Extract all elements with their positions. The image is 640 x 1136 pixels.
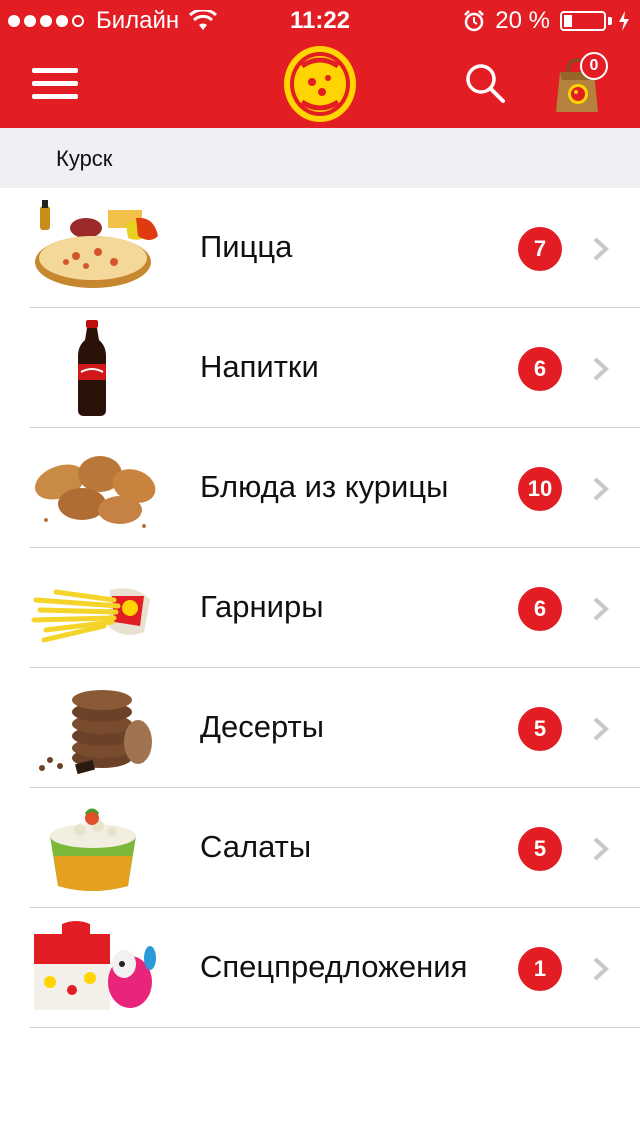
- cart-count-badge[interactable]: 0: [580, 52, 608, 80]
- battery-percent: 20 %: [495, 7, 550, 34]
- hamburger-menu-button[interactable]: [32, 66, 78, 100]
- category-row-pizza[interactable]: Пицца 7: [0, 188, 640, 308]
- app-header: Билайн 11:22 20 %: [0, 0, 640, 128]
- battery-icon: [560, 11, 606, 31]
- chevron-right-icon: [593, 597, 609, 621]
- category-label: Десерты: [200, 709, 325, 744]
- category-count-badge: 6: [518, 347, 562, 391]
- menu-line: [32, 94, 78, 99]
- category-row-specials[interactable]: Спецпредложения 1: [0, 908, 640, 1028]
- chevron-right-icon: [593, 357, 609, 381]
- menu-line: [32, 68, 78, 73]
- nav-bar: [0, 40, 640, 128]
- status-bar: Билайн 11:22 20 %: [0, 0, 640, 40]
- zhar-pizza-logo[interactable]: [282, 44, 358, 124]
- category-label: Напитки: [200, 349, 319, 384]
- battery-group: 20 %: [463, 7, 630, 35]
- category-count-badge: 10: [518, 467, 562, 511]
- category-count-badge: 7: [518, 227, 562, 271]
- cookies-image: [39, 690, 152, 775]
- cola-bottle-image: [78, 320, 106, 416]
- city-selector[interactable]: Курск: [0, 128, 640, 188]
- category-label: Салаты: [200, 829, 312, 864]
- category-count-badge: 1: [518, 947, 562, 991]
- city-name: Курск: [56, 146, 113, 171]
- category-count-badge: 5: [518, 707, 562, 751]
- category-label: Пицца: [200, 229, 293, 264]
- category-row-salads[interactable]: Салаты 5: [0, 788, 640, 908]
- category-label: Блюда из курицы: [200, 469, 449, 504]
- chevron-right-icon: [593, 957, 609, 981]
- category-count-badge: 5: [518, 827, 562, 871]
- french-fries-image: [31, 588, 150, 643]
- chevron-right-icon: [593, 477, 609, 501]
- category-row-desserts[interactable]: Десерты 5: [0, 668, 640, 788]
- chevron-right-icon: [593, 837, 609, 861]
- menu-line: [32, 81, 78, 86]
- alarm-clock-icon: [464, 10, 485, 32]
- category-row-chicken[interactable]: Блюда из курицы 10: [0, 428, 640, 548]
- battery-tip: [608, 17, 612, 25]
- category-row-sides[interactable]: Гарниры 6: [0, 548, 640, 668]
- category-label: Спецпредложения: [200, 949, 468, 984]
- kids-box-toy-image: [34, 921, 156, 1010]
- category-list: Пицца 7 Напитки 6 Блюда из курицы 10 Гар…: [0, 188, 640, 1028]
- chevron-right-icon: [593, 717, 609, 741]
- search-icon[interactable]: [464, 62, 506, 104]
- salad-bowl-image: [50, 808, 136, 891]
- fried-chicken-image: [34, 456, 156, 528]
- category-row-drinks[interactable]: Напитки 6: [0, 308, 640, 428]
- chevron-right-icon: [593, 237, 609, 261]
- category-count-badge: 6: [518, 587, 562, 631]
- charging-bolt-icon: [619, 11, 629, 31]
- pizza-image: [35, 200, 158, 288]
- row-divider: [30, 1027, 640, 1028]
- category-label: Гарниры: [200, 589, 324, 624]
